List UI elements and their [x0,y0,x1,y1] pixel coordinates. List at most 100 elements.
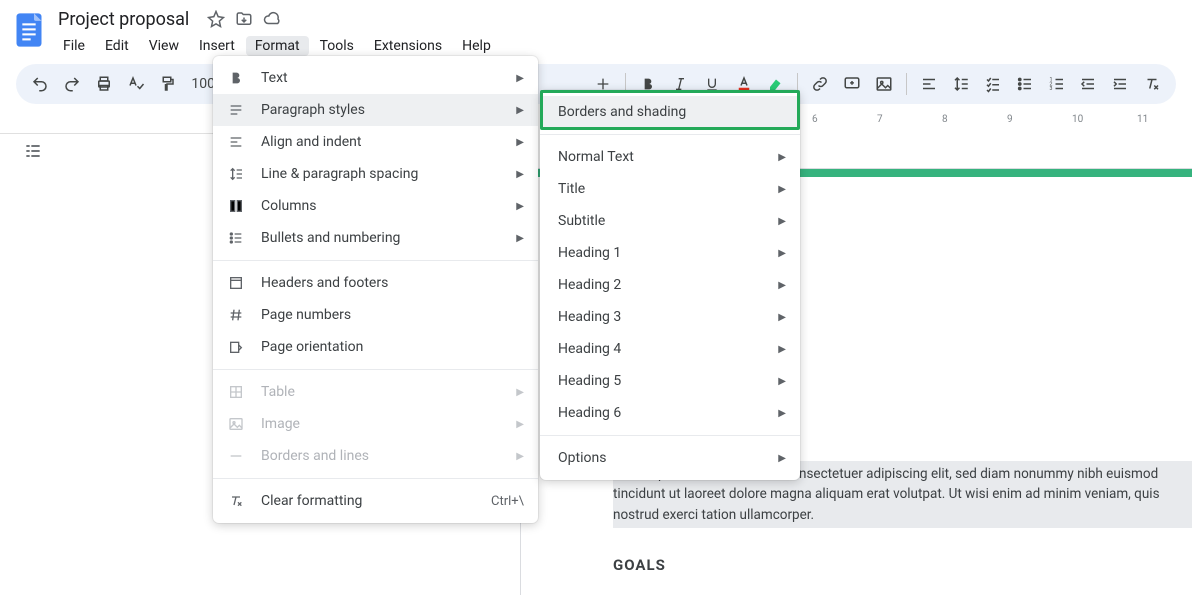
spellcheck-button[interactable] [122,70,150,98]
menu-item-label: Clear formatting [261,493,362,509]
menu-item-heading-4[interactable]: Heading 4 ▶ [540,333,800,365]
add-comment-button[interactable] [838,70,866,98]
ruler-tick: 11 [1137,114,1148,125]
menu-item-line-paragraph-spacing[interactable]: Line & paragraph spacing▶ [213,158,538,190]
insert-link-button[interactable] [806,70,834,98]
menu-item-label: Image [261,416,300,432]
menu-item-label: Bullets and numbering [261,230,400,246]
menu-divider [213,478,538,479]
menu-item-normal-text[interactable]: Normal Text▶ [540,141,800,173]
columns-icon [225,196,247,216]
menu-divider [213,260,538,261]
paragraph-icon [225,100,247,120]
menu-item-paragraph-styles[interactable]: Paragraph styles▶ [213,94,538,126]
line-spacing-button[interactable] [947,70,975,98]
headers-icon [225,273,247,293]
redo-button[interactable] [58,70,86,98]
clear-formatting-button[interactable] [1138,70,1166,98]
menu-divider [213,369,538,370]
menu-tools[interactable]: Tools [311,36,363,56]
menu-item-options[interactable]: Options ▶ [540,442,800,474]
decrease-indent-button[interactable] [1074,70,1102,98]
insert-image-button[interactable] [870,70,898,98]
bold-icon [225,68,247,88]
menu-view[interactable]: View [140,36,188,56]
menu-item-subtitle[interactable]: Subtitle ▶ [540,205,800,237]
submenu-arrow-icon: ▶ [516,233,524,244]
menu-format[interactable]: Format [246,36,309,56]
menu-item-label: Page orientation [261,339,363,355]
cloud-status-icon[interactable] [261,8,283,30]
docs-logo[interactable] [10,6,48,54]
menu-item-text[interactable]: Text ▶ [213,62,538,94]
submenu-arrow-icon: ▶ [778,453,786,464]
menu-item-columns[interactable]: Columns ▶ [213,190,538,222]
document-title[interactable]: Project proposal [54,8,193,31]
menu-help[interactable]: Help [453,36,500,56]
menu-item-title[interactable]: Title▶ [540,173,800,205]
submenu-arrow-icon: ▶ [516,387,524,398]
menu-item-heading-2[interactable]: Heading 2 ▶ [540,269,800,301]
move-folder-icon[interactable] [233,8,255,30]
spacing-icon [225,164,247,184]
body-line: tincidunt ut laoreet dolore magna aliqua… [613,486,1160,502]
menu-item-borders-and-shading[interactable]: Borders and shading [540,96,800,128]
paint-format-button[interactable] [154,70,182,98]
menu-extensions[interactable]: Extensions [365,36,451,56]
format-menu[interactable]: Text▶Paragraph styles▶Align and indent▶L… [213,56,538,523]
menu-item-label: Text [261,70,288,86]
star-icon[interactable] [205,8,227,30]
svg-text:3: 3 [1049,86,1052,92]
menu-item-align-and-indent[interactable]: Align and indent▶ [213,126,538,158]
align-button[interactable] [915,70,943,98]
menu-edit[interactable]: Edit [96,36,138,56]
menu-insert[interactable]: Insert [190,36,244,56]
undo-button[interactable] [26,70,54,98]
menu-item-label: Columns [261,198,316,214]
menu-divider [540,435,800,436]
menu-item-heading-1[interactable]: Heading 1▶ [540,237,800,269]
menu-item-heading-6[interactable]: Heading 6▶ [540,397,800,429]
menu-item-label: Heading 5 [558,373,621,389]
menu-item-label: Heading 4 [558,341,621,357]
menu-divider [540,134,800,135]
numbered-list-button[interactable]: 123 [1043,70,1071,98]
menu-file[interactable]: File [54,36,94,56]
print-button[interactable] [90,70,118,98]
submenu-arrow-icon: ▶ [778,184,786,195]
menu-item-label: Heading 6 [558,405,621,421]
submenu-arrow-icon: ▶ [778,312,786,323]
submenu-arrow-icon: ▶ [778,344,786,355]
line-icon [225,446,247,466]
submenu-arrow-icon: ▶ [778,216,786,227]
menu-item-table: Table▶ [213,376,538,408]
menu-item-headers-and-footers[interactable]: Headers and footers [213,267,538,299]
menu-item-clear-formatting[interactable]: Clear formattingCtrl+\ [213,485,538,517]
menu-item-label: Heading 2 [558,277,621,293]
menu-item-label: Options [558,450,606,466]
submenu-arrow-icon: ▶ [516,201,524,212]
menu-item-label: Subtitle [558,213,605,229]
menu-item-borders-and-lines: Borders and lines▶ [213,440,538,472]
menu-item-heading-3[interactable]: Heading 3 ▶ [540,301,800,333]
menu-item-label: Borders and shading [558,104,686,120]
bulleted-list-button[interactable] [1011,70,1039,98]
submenu-arrow-icon: ▶ [516,73,524,84]
menu-item-label: Heading 3 [558,309,621,325]
ruler-tick: 8 [942,114,948,125]
paragraph-styles-submenu[interactable]: Borders and shadingNormal Text▶Title▶Sub… [540,90,800,480]
goals-heading[interactable]: GOALS [613,556,1192,574]
submenu-arrow-icon: ▶ [516,419,524,430]
submenu-arrow-icon: ▶ [778,280,786,291]
outline-toggle-button[interactable] [18,136,48,166]
menu-item-heading-5[interactable]: Heading 5▶ [540,365,800,397]
menu-item-page-numbers[interactable]: Page numbers [213,299,538,331]
menu-item-label: Align and indent [261,134,362,150]
table-icon [225,382,247,402]
increase-indent-button[interactable] [1106,70,1134,98]
ruler-tick: 9 [1007,114,1013,125]
checklist-button[interactable] [979,70,1007,98]
menu-item-bullets-and-numbering[interactable]: Bullets and numbering ▶ [213,222,538,254]
menu-item-page-orientation[interactable]: Page orientation [213,331,538,363]
bullets-icon [225,228,247,248]
